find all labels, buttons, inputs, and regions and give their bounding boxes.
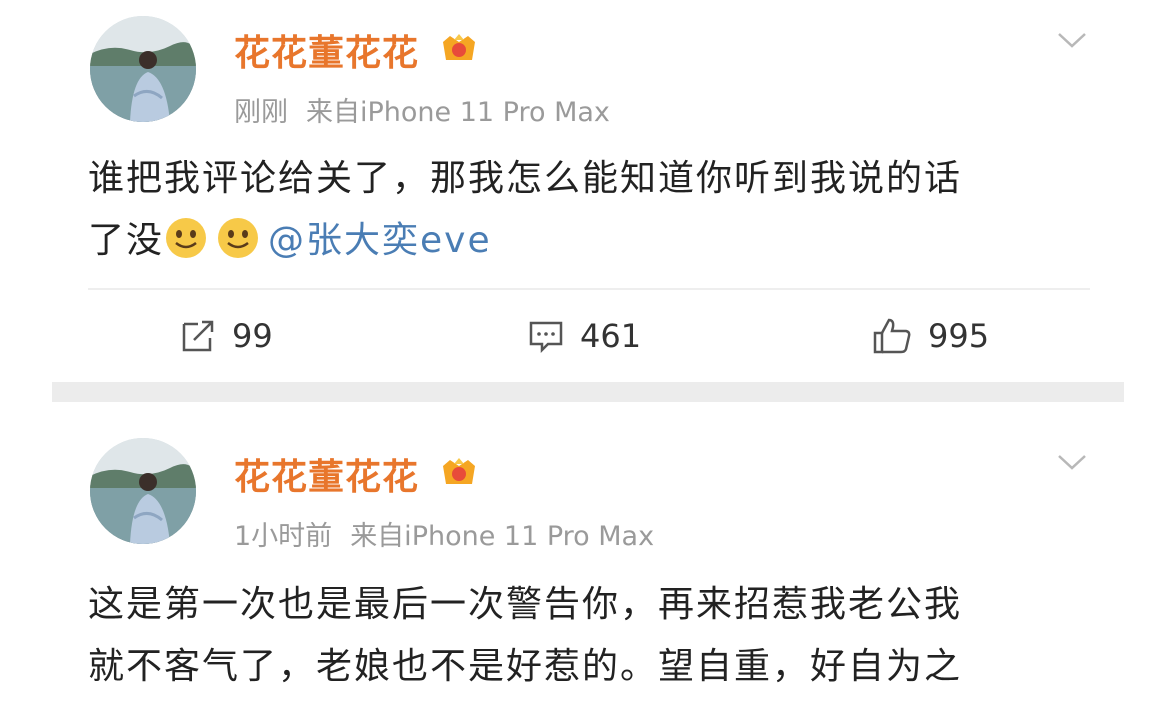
avatar[interactable] bbox=[90, 16, 196, 122]
post-meta: 1小时前 来自iPhone 11 Pro Max bbox=[234, 514, 654, 553]
comment-button[interactable]: 461 bbox=[528, 316, 641, 356]
weibo-post: 花花董花花 1小时前 来自iPhone 11 Pro Max 这是第一次也是最后一… bbox=[0, 402, 1166, 728]
like-icon bbox=[873, 318, 911, 354]
username[interactable]: 花花董花花 bbox=[234, 448, 419, 500]
content-text: 了没 bbox=[88, 220, 165, 261]
repost-button[interactable]: 99 bbox=[180, 316, 273, 356]
content-line: 就不客气了，老娘也不是好惹的。望自重，好自为之 bbox=[88, 646, 963, 687]
chevron-down-icon[interactable] bbox=[1056, 452, 1088, 472]
smile-emoji-icon bbox=[166, 218, 207, 258]
avatar[interactable] bbox=[90, 438, 196, 544]
comment-icon bbox=[529, 321, 563, 354]
repost-icon bbox=[182, 320, 214, 352]
mention-link[interactable]: @张大奕eve bbox=[268, 220, 492, 261]
vip-crown-badge-icon bbox=[443, 34, 475, 60]
post-time: 刚刚 bbox=[234, 97, 288, 128]
post-time: 1小时前 bbox=[234, 521, 333, 552]
post-content: 谁把我评论给关了，那我怎么能知道你听到我说的话 了没 @张大奕eve bbox=[88, 148, 1078, 272]
vip-crown-badge-icon bbox=[443, 458, 475, 484]
content-line: 了没 @张大奕eve bbox=[88, 210, 1078, 272]
avatar-image bbox=[90, 438, 196, 544]
divider bbox=[88, 288, 1090, 290]
username[interactable]: 花花董花花 bbox=[234, 24, 419, 76]
post-content: 这是第一次也是最后一次警告你，再来招惹我老公我 就不客气了，老娘也不是好惹的。望… bbox=[88, 574, 1078, 698]
repost-count: 99 bbox=[232, 317, 273, 355]
comment-count: 461 bbox=[580, 317, 642, 355]
content-line: 谁把我评论给关了，那我怎么能知道你听到我说的话 bbox=[88, 158, 963, 199]
like-count: 995 bbox=[928, 317, 990, 355]
chevron-down-icon[interactable] bbox=[1056, 30, 1088, 50]
smile-emoji-icon bbox=[218, 218, 259, 258]
content-line: 这是第一次也是最后一次警告你，再来招惹我老公我 bbox=[88, 584, 963, 625]
avatar-image bbox=[90, 16, 196, 122]
like-button[interactable]: 995 bbox=[872, 316, 989, 356]
weibo-post: 花花董花花 刚刚 来自iPhone 11 Pro Max 谁把我评论给关了，那我怎… bbox=[0, 0, 1166, 382]
post-source: 来自iPhone 11 Pro Max bbox=[306, 97, 610, 128]
post-source: 来自iPhone 11 Pro Max bbox=[350, 521, 655, 552]
post-separator bbox=[52, 382, 1124, 402]
post-meta: 刚刚 来自iPhone 11 Pro Max bbox=[234, 90, 610, 129]
